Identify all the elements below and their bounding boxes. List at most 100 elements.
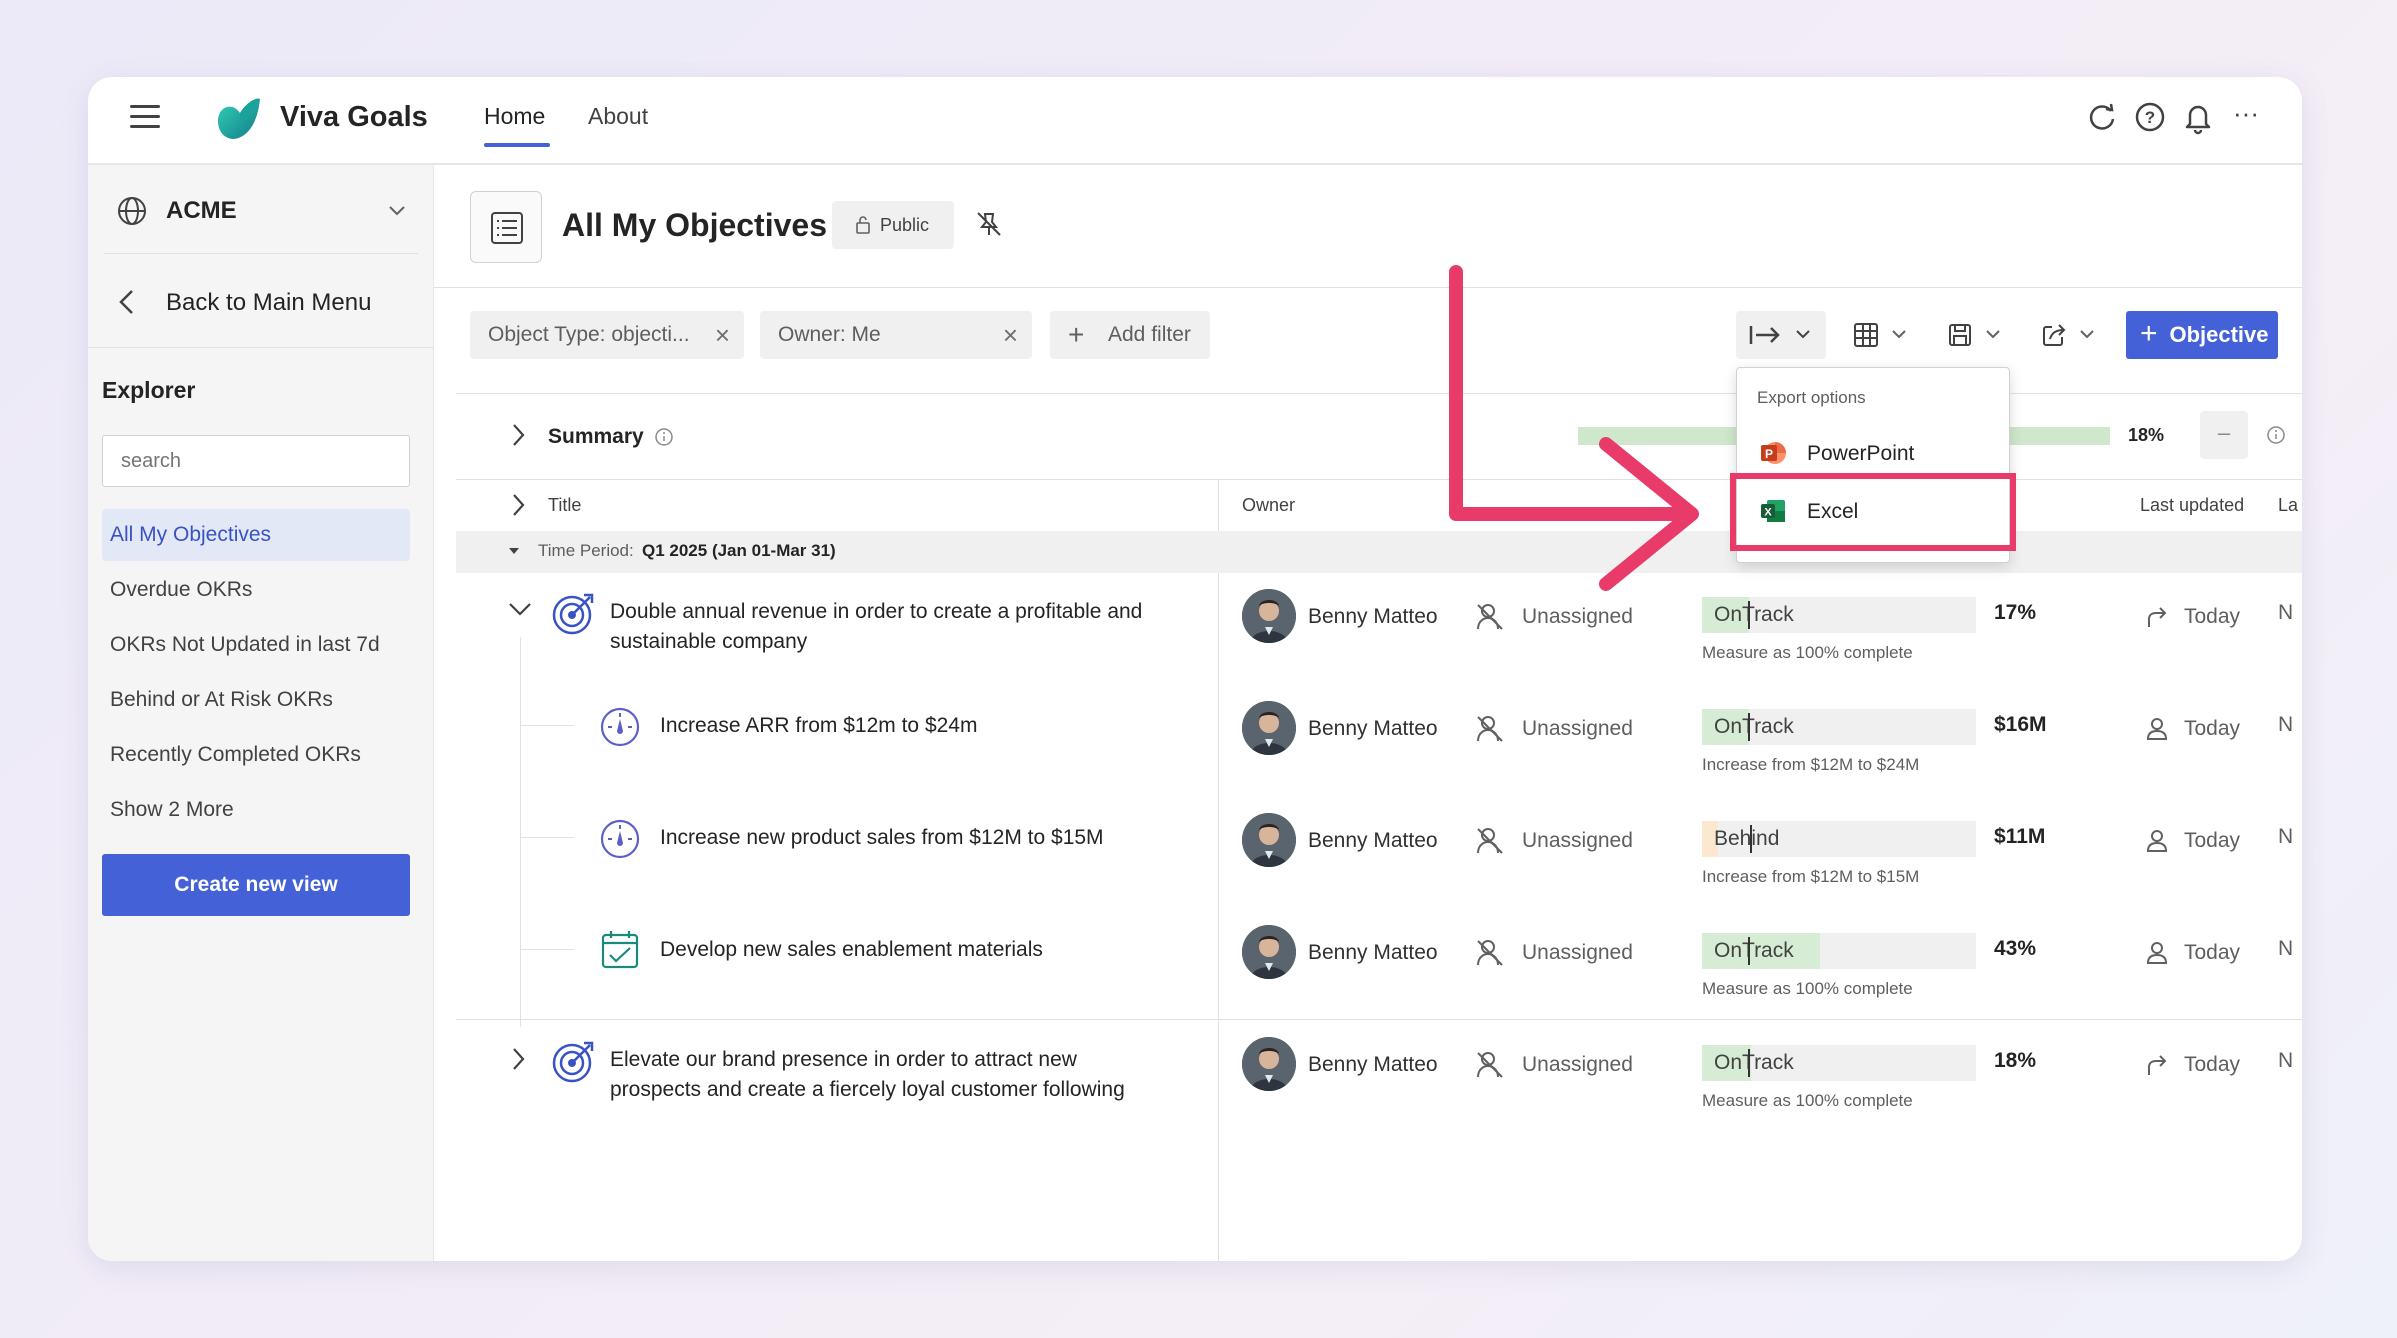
owner-name[interactable]: Benny Matteo [1308, 829, 1438, 853]
info-icon[interactable] [654, 427, 674, 447]
sidebar: ACME Back to Main Menu Explorer All My O… [88, 165, 434, 1261]
excel-highlight-box [1730, 473, 2016, 551]
collapse-summary-button[interactable]: – [2200, 411, 2248, 459]
sidebar-item-overdue-okrs[interactable]: Overdue OKRs [102, 564, 410, 616]
search-input[interactable] [102, 435, 410, 487]
object-type-filter-label: Object Type: objecti... [488, 323, 690, 346]
create-new-view-button[interactable]: Create new view [102, 854, 410, 916]
status-label: OnTrack [1714, 597, 1794, 633]
info-icon[interactable] [2266, 425, 2286, 445]
sidebar-item-behind-or-at-risk[interactable]: Behind or At Risk OKRs [102, 674, 410, 726]
owner-name[interactable]: Benny Matteo [1308, 1053, 1438, 1077]
key-result-gauge-icon [598, 817, 642, 861]
status-label-part: ind [1751, 827, 1780, 850]
public-badge-label: Public [880, 215, 930, 235]
progress-value: $11M [1994, 825, 2046, 848]
back-arrow-icon[interactable] [116, 287, 138, 317]
org-name[interactable]: ACME [166, 197, 237, 225]
key-result-title[interactable]: Increase ARR from $12m to $24m [660, 711, 977, 741]
owner-filter[interactable]: Owner: Me × [760, 311, 1032, 359]
status-bar[interactable]: OnTrack [1702, 597, 1976, 633]
plus-icon: + [2140, 317, 2158, 350]
tab-home[interactable]: Home [484, 103, 545, 130]
owner-name[interactable]: Benny Matteo [1308, 941, 1438, 965]
sidebar-item-all-my-objectives[interactable]: All My Objectives [102, 509, 410, 561]
initiative-calendar-icon [598, 927, 642, 971]
sidebar-divider [104, 253, 418, 254]
svg-text:P: P [1765, 447, 1773, 461]
export-options-header: Export options [1757, 388, 1866, 407]
row-divider [456, 1019, 2302, 1020]
summary-divider [456, 479, 2302, 480]
column-owner[interactable]: Owner [1242, 495, 1295, 516]
owner-name[interactable]: Benny Matteo [1308, 717, 1438, 741]
export-powerpoint-option[interactable]: P PowerPoint [1737, 424, 2009, 480]
assignee-label[interactable]: Unassigned [1522, 829, 1633, 853]
column-la[interactable]: La [2278, 495, 2298, 516]
sidebar-item-recently-completed[interactable]: Recently Completed OKRs [102, 729, 410, 781]
object-type-filter[interactable]: Object Type: objecti... × [470, 311, 744, 359]
page-title: All My Objectives [562, 207, 827, 243]
chevron-down-icon[interactable] [506, 597, 534, 621]
column-title[interactable]: Title [548, 495, 581, 516]
summary-label: Summary [548, 425, 644, 448]
grid-view-button[interactable] [1846, 317, 1916, 353]
status-bar[interactable]: OnTrack [1702, 933, 1976, 969]
plus-icon: + [1068, 319, 1085, 350]
status-bar[interactable]: OnTrack [1702, 1045, 1976, 1081]
assignee-label[interactable]: Unassigned [1522, 605, 1633, 629]
status-subtitle: Increase from $12M to $24M [1702, 755, 1920, 774]
close-icon[interactable]: × [715, 311, 730, 359]
more-options-icon[interactable]: ··· [2228, 99, 2264, 135]
status-bar[interactable]: Behind [1702, 821, 1976, 857]
status-label: OnTrack [1714, 933, 1794, 969]
close-icon[interactable]: × [1003, 311, 1018, 359]
sidebar-item-show-more[interactable]: Show 2 More [102, 784, 410, 836]
assignee-label[interactable]: Unassigned [1522, 941, 1633, 965]
objective-title[interactable]: Elevate our brand presence in order to a… [610, 1045, 1125, 1105]
chevron-right-icon[interactable] [506, 1045, 530, 1073]
status-label-part: On [1714, 715, 1743, 738]
unpin-icon[interactable] [972, 207, 1006, 241]
public-badge[interactable]: Public [832, 201, 954, 249]
objective-title-line: prospects and create a fiercely loyal cu… [610, 1078, 1125, 1101]
progress-value: $16M [1994, 713, 2047, 736]
initiative-title[interactable]: Develop new sales enablement materials [660, 935, 1043, 965]
person-icon [2144, 715, 2170, 743]
key-result-title[interactable]: Increase new product sales from $12M to … [660, 823, 1104, 853]
export-button[interactable] [1736, 311, 1826, 359]
owner-avatar[interactable] [1242, 925, 1296, 979]
assignee-label[interactable]: Unassigned [1522, 1053, 1633, 1077]
tab-about[interactable]: About [588, 103, 648, 130]
column-last-updated[interactable]: Last updated [2140, 495, 2244, 516]
owner-avatar[interactable] [1242, 701, 1296, 755]
export-powerpoint-label: PowerPoint [1807, 442, 1915, 465]
refresh-icon[interactable] [2084, 99, 2120, 135]
owner-avatar[interactable] [1242, 589, 1296, 643]
share-arrow-icon [2144, 603, 2170, 631]
chevron-down-icon[interactable] [386, 199, 408, 221]
bell-icon[interactable] [2180, 99, 2216, 135]
add-objective-button[interactable]: + Objective [2126, 311, 2278, 359]
save-view-button[interactable] [1940, 317, 2010, 353]
text-cursor [1748, 713, 1750, 741]
owner-avatar[interactable] [1242, 813, 1296, 867]
back-to-main-menu[interactable]: Back to Main Menu [166, 289, 371, 317]
status-bar[interactable]: OnTrack [1702, 709, 1976, 745]
owner-avatar[interactable] [1242, 1037, 1296, 1091]
progress-value: 18% [1994, 1049, 2037, 1072]
hamburger-menu-icon[interactable] [130, 105, 160, 131]
add-filter-button[interactable]: + Add filter [1050, 311, 1210, 359]
owner-name[interactable]: Benny Matteo [1308, 605, 1438, 629]
top-bar: Viva Goals Home About ? ··· [88, 77, 2302, 165]
help-icon[interactable]: ? [2132, 99, 2168, 135]
share-button[interactable] [2034, 317, 2104, 353]
assignee-label[interactable]: Unassigned [1522, 717, 1633, 741]
tab-home-underline [484, 143, 550, 147]
caret-down-icon[interactable] [506, 543, 522, 559]
chevron-right-icon[interactable] [506, 491, 530, 519]
sidebar-item-okrs-not-updated[interactable]: OKRs Not Updated in last 7d [102, 619, 410, 671]
truncated-column-value: N [2278, 1049, 2294, 1072]
chevron-right-icon[interactable] [506, 421, 530, 449]
objective-title[interactable]: Double annual revenue in order to create… [610, 597, 1142, 657]
